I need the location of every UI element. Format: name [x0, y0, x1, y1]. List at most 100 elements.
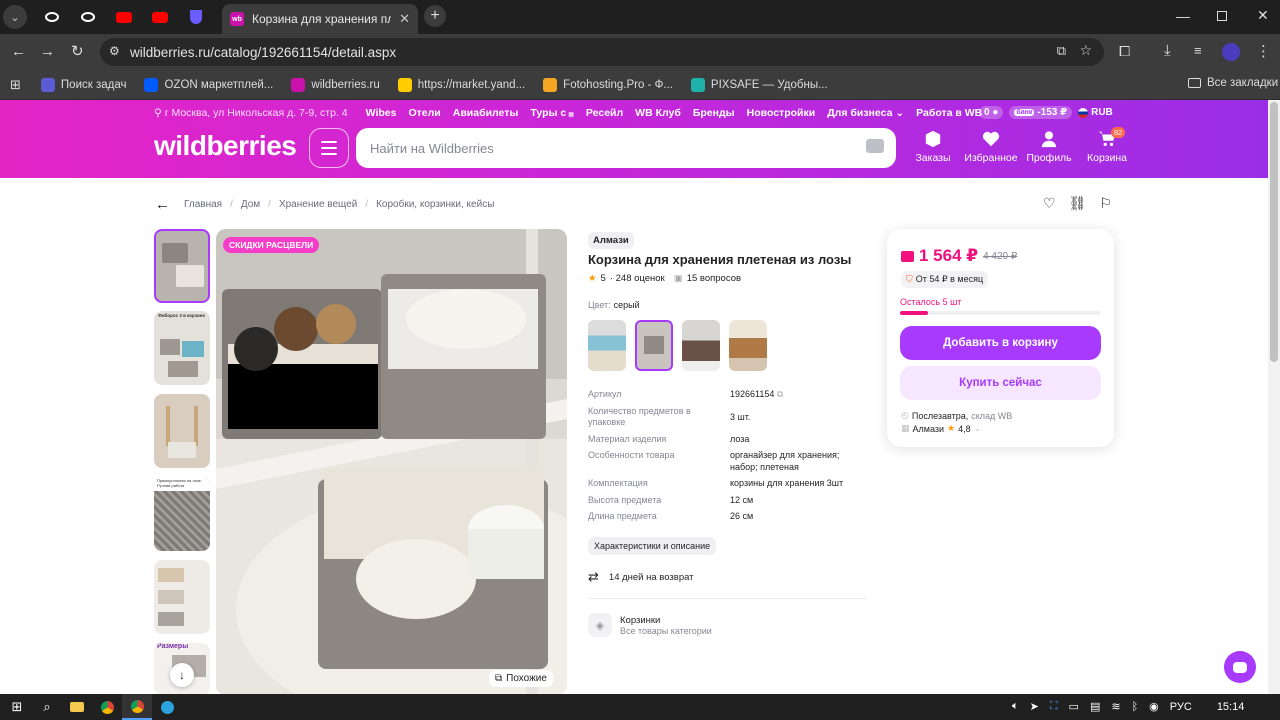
product-main-image[interactable]: СКИДКИ РАСЦВЕЛИ ⧉ Похожие [216, 229, 567, 695]
camera-icon[interactable] [866, 139, 884, 153]
seller-info[interactable]: ▦ Алмази ★ 4,8 ⌄ [901, 423, 981, 434]
add-to-cart-button[interactable]: Добавить в корзину [900, 326, 1101, 360]
bookmark-item[interactable]: PIXSAFE — Удобны... [690, 77, 828, 92]
taskbar-chrome[interactable] [92, 694, 122, 720]
volume-icon[interactable]: 🔈︎ [1012, 700, 1019, 713]
bookmark-item[interactable]: https://market.yand... [397, 77, 525, 92]
page-scrollbar[interactable] [1268, 100, 1280, 694]
site-info-icon[interactable]: ⚙ [109, 44, 120, 58]
all-bookmarks[interactable]: Все закладки [1188, 77, 1278, 89]
scroll-down-button[interactable]: ↓ [170, 663, 194, 687]
link-hotels[interactable]: Отели [408, 107, 440, 119]
media-icon[interactable]: ≡ [1194, 43, 1202, 58]
new-tab-button[interactable]: + [424, 5, 446, 27]
apps-icon[interactable]: ⊞ [10, 77, 21, 93]
link-avia[interactable]: Авиабилеты [453, 107, 519, 119]
product-thumbnail[interactable] [154, 560, 210, 634]
color-variant-selected[interactable] [635, 320, 673, 371]
clock[interactable]: 15:14 [1217, 701, 1245, 713]
bookmark-item[interactable]: OZON маркетплей... [144, 77, 273, 92]
chat-button[interactable] [1224, 651, 1256, 683]
product-thumbnail[interactable] [154, 394, 210, 468]
install-app-icon[interactable]: ⧉ [1057, 43, 1066, 59]
similar-button[interactable]: ⧉ Похожие [489, 670, 553, 687]
wallet-badge[interactable]: 0 ● [979, 106, 1004, 119]
specs-button[interactable]: Характеристики и описание [588, 536, 717, 555]
share-link-icon[interactable]: ⛓ [1069, 195, 1087, 212]
url-field[interactable]: ⚙ wildberries.ru/catalog/192661154/detai… [100, 38, 1104, 66]
link-work[interactable]: Работа в WB [916, 107, 982, 119]
nav-profile[interactable]: Профиль [1020, 130, 1078, 164]
heart-icon[interactable]: ♡ [1043, 195, 1056, 212]
color-variant[interactable] [588, 320, 626, 371]
tab-search-button[interactable]: ⌄ [0, 5, 30, 29]
breadcrumb-item[interactable]: Дом [241, 199, 260, 210]
pinned-tab-2[interactable] [70, 3, 106, 31]
rating-value[interactable]: 5 [601, 273, 606, 284]
catalog-menu-button[interactable] [309, 128, 349, 168]
taskbar-explorer[interactable] [62, 694, 92, 720]
link-brands[interactable]: Бренды [693, 107, 735, 119]
installment-badge[interactable]: ⛉ От 54 ₽ в месяц [901, 271, 989, 288]
pinned-tab-3[interactable] [106, 3, 142, 31]
maximize-button[interactable] [1217, 11, 1227, 21]
profile-avatar[interactable] [1222, 43, 1240, 61]
questions-count[interactable]: 15 вопросов [687, 273, 741, 284]
back-arrow-icon[interactable]: ← [155, 196, 170, 213]
product-thumbnail[interactable] [154, 229, 210, 303]
bookmark-item[interactable]: Поиск задач [40, 77, 126, 92]
folder-tray-icon[interactable]: ▤ [1090, 700, 1100, 713]
bookmark-item[interactable]: Fotohosting.Pro - Ф... [543, 77, 673, 92]
wildberries-logo[interactable]: wildberries [154, 130, 297, 162]
link-wb-club[interactable]: WB Клуб [635, 107, 681, 119]
copy-icon[interactable]: ⧉ [777, 389, 783, 399]
location-link[interactable]: ⚲ г Москва, ул Никольская д. 7-9, стр. 4 [154, 107, 348, 119]
report-icon[interactable]: ⚐ [1099, 195, 1112, 212]
search-button[interactable]: ⌕ [32, 694, 62, 720]
back-icon[interactable]: ← [11, 43, 26, 60]
nav-favorites[interactable]: Избранное [962, 130, 1020, 164]
pinned-tab-4[interactable] [142, 3, 178, 31]
color-variant[interactable] [729, 320, 767, 371]
star-icon[interactable]: ☆ [1079, 42, 1092, 59]
category-link[interactable]: ◈ Корзинки Все товары категории [588, 613, 712, 637]
start-button[interactable]: ⊞ [2, 694, 32, 720]
link-resale[interactable]: Ресейл [586, 107, 623, 119]
link-new-buildings[interactable]: Новостройки [747, 107, 816, 119]
breadcrumb-item[interactable]: Хранение вещей [279, 199, 357, 210]
bookmark-item[interactable]: wildberries.ru [291, 77, 380, 92]
buy-now-button[interactable]: Купить сейчас [900, 366, 1101, 400]
scrollbar-thumb[interactable] [1270, 102, 1278, 362]
extensions-icon[interactable]: ⧠ [1119, 43, 1130, 60]
telegram-tray-icon[interactable]: ➤ [1030, 700, 1039, 713]
product-thumbnail[interactable]: Фиборос 3 в корзине [154, 311, 210, 385]
pinned-tab-1[interactable] [34, 3, 70, 31]
reload-icon[interactable]: ↻ [71, 42, 84, 60]
bank-badge[interactable]: банк -153 ₽ [1009, 106, 1073, 119]
chrome-tray-icon[interactable]: ◉ [1149, 700, 1159, 713]
link-tours[interactable]: Туры с ▦ [530, 107, 574, 119]
forward-icon[interactable]: → [40, 43, 55, 60]
nav-cart[interactable]: 82 Корзина [1078, 127, 1136, 164]
reviews-count[interactable]: · 248 оценок [610, 273, 665, 284]
tab-active[interactable]: wb Корзина для хранения плетена ✕ [222, 4, 418, 34]
close-icon[interactable]: ✕ [399, 11, 410, 27]
link-wibes[interactable]: Wibes [366, 107, 397, 119]
product-thumbnail[interactable]: Размеры ↓ [154, 643, 210, 695]
menu-icon[interactable]: ⋮ [1256, 42, 1271, 60]
nav-orders[interactable]: Заказы [904, 130, 962, 164]
currency-selector[interactable]: RUB [1078, 107, 1113, 118]
brand-badge[interactable]: Алмази [588, 230, 634, 249]
battery-icon[interactable]: ▭ [1069, 700, 1079, 713]
close-window-button[interactable]: ✕ [1257, 7, 1269, 24]
pinned-tab-5[interactable] [178, 3, 214, 31]
breadcrumb-item[interactable]: Главная [184, 199, 222, 210]
minimize-button[interactable]: — [1176, 8, 1190, 24]
breadcrumb-item[interactable]: Коробки, корзинки, кейсы [376, 199, 494, 210]
screenshot-icon[interactable]: ⛶ [1050, 700, 1058, 713]
bluetooth-icon[interactable]: ᛒ [1132, 701, 1139, 713]
color-variant[interactable] [682, 320, 720, 371]
link-business[interactable]: Для бизнеса ⌄ [827, 107, 904, 119]
product-thumbnail[interactable]: Прямоугольная на лозе. Ручная работа [154, 477, 210, 551]
wifi-icon[interactable]: ≋ [1111, 700, 1120, 713]
